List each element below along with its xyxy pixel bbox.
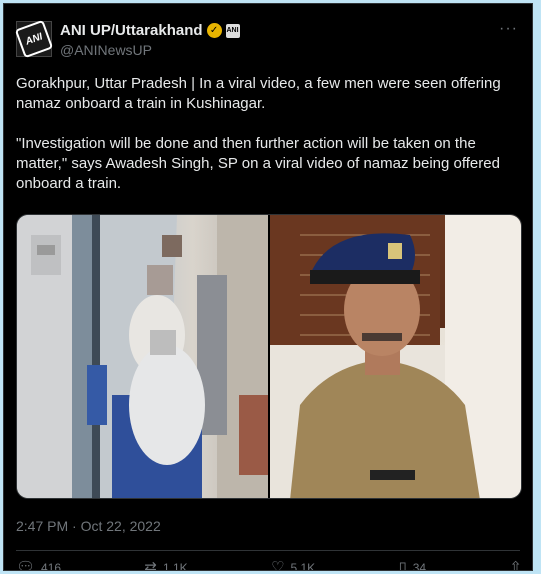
media-image-train-interior[interactable] bbox=[17, 215, 268, 498]
author-display-name[interactable]: ANI UP/Uttarakhand bbox=[60, 22, 203, 39]
tweet-text: Gorakhpur, Uttar Pradesh | In a viral vi… bbox=[16, 74, 526, 194]
tweet-actions: 💬︎ 416 ⇄ 1.1K ♡ 5.1K ▯ 34 ⇧ bbox=[16, 559, 522, 571]
like-icon: ♡ bbox=[271, 559, 285, 571]
retweet-button[interactable]: ⇄ 1.1K bbox=[144, 559, 188, 571]
train-scene-illustration bbox=[17, 215, 268, 498]
verified-badge-icon[interactable]: ✓ bbox=[206, 23, 222, 38]
author-handle[interactable]: @ANINewsUP bbox=[60, 42, 152, 58]
ani-logo: ANI bbox=[14, 19, 54, 59]
media-container[interactable] bbox=[16, 214, 522, 499]
divider bbox=[16, 550, 520, 551]
share-button[interactable]: ⇧ bbox=[509, 559, 522, 571]
affiliate-badge-icon[interactable]: ANI bbox=[225, 23, 240, 38]
tweet-timestamp[interactable]: 2:47 PM · Oct 22, 2022 bbox=[16, 518, 161, 534]
tweet-paragraph: "Investigation will be done and then fur… bbox=[16, 135, 500, 192]
reply-count: 416 bbox=[41, 560, 62, 571]
author-name-row: ANI UP/Uttarakhand ✓ ANI bbox=[60, 22, 240, 39]
like-button[interactable]: ♡ 5.1K bbox=[271, 559, 316, 571]
bookmark-count: 34 bbox=[412, 560, 427, 571]
like-count: 5.1K bbox=[290, 560, 316, 571]
bookmark-button[interactable]: ▯ 34 bbox=[398, 559, 427, 571]
retweet-icon: ⇄ bbox=[144, 559, 157, 571]
media-image-police-officer[interactable] bbox=[270, 215, 521, 498]
officer-illustration bbox=[270, 215, 521, 498]
reply-icon: 💬︎ bbox=[16, 559, 36, 571]
retweet-count: 1.1K bbox=[162, 560, 188, 571]
share-icon: ⇧ bbox=[509, 559, 522, 571]
more-options-icon[interactable]: ··· bbox=[499, 20, 518, 38]
bookmark-icon: ▯ bbox=[398, 559, 407, 571]
tweet-paragraph: Gorakhpur, Uttar Pradesh | In a viral vi… bbox=[16, 75, 501, 112]
reply-button[interactable]: 💬︎ 416 bbox=[16, 559, 62, 571]
avatar[interactable]: ANI bbox=[14, 19, 54, 59]
tweet-card: ANI ANI UP/Uttarakhand ✓ ANI @ANINewsUP … bbox=[3, 3, 533, 571]
